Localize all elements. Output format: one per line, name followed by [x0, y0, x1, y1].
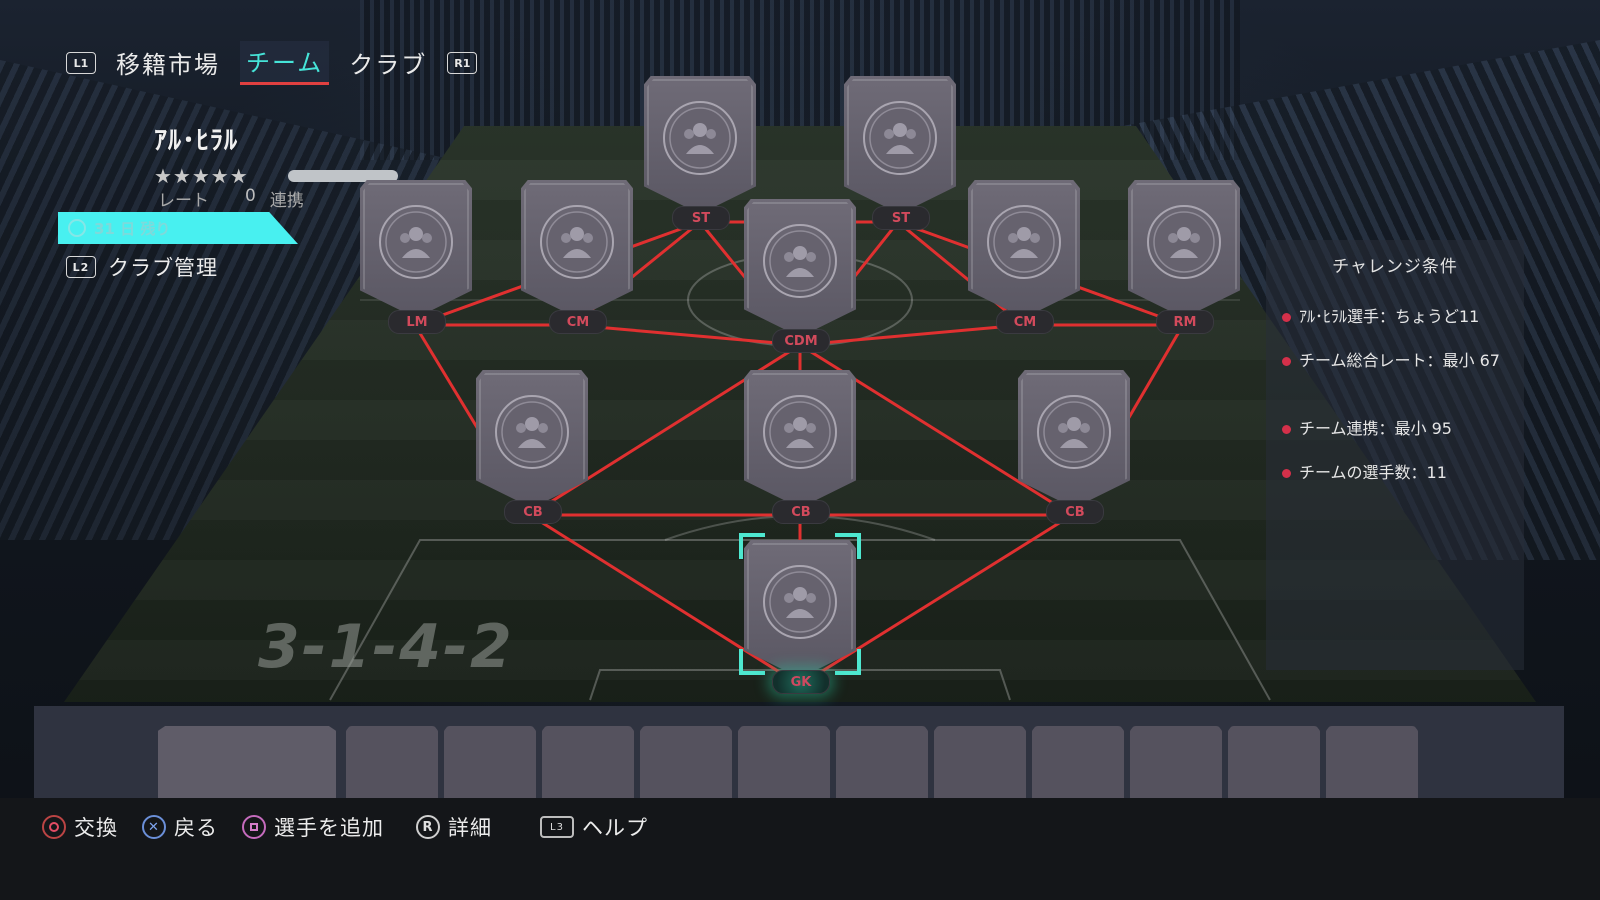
bench-slot[interactable] [444, 726, 536, 806]
bench-slot[interactable] [1228, 726, 1320, 806]
square-button-icon [242, 815, 266, 839]
hint-add-player-label: 選手を追加 [274, 816, 384, 840]
empty-player-icon [763, 395, 837, 469]
player-slot-cm-right[interactable]: CM [968, 180, 1080, 334]
challenge-title: チャレンジ条件 [1332, 257, 1458, 277]
squad-builder-screen: L1 移籍市場 チーム クラブ R1 ｱﾙ･ﾋﾗﾙ ★★★★★ レート 0 連携… [0, 0, 1600, 900]
bench-slot[interactable] [640, 726, 732, 806]
hint-back[interactable]: ✕ 戻る [142, 812, 218, 842]
empty-player-icon [540, 205, 614, 279]
player-slot-cb-left[interactable]: CB [476, 370, 588, 524]
rating-row: レート 0 連携 [158, 186, 304, 211]
position-badge: RM [1156, 310, 1214, 334]
time-remaining-text: 31 日 残り [94, 219, 171, 238]
player-slot-st-left[interactable]: ST [644, 76, 756, 230]
hint-details[interactable]: R 詳細 [416, 812, 492, 842]
left-stick-press-icon: L3 [540, 816, 574, 838]
right-stick-icon: R [416, 815, 440, 839]
position-badge: CM [549, 310, 607, 334]
bench-slot[interactable] [158, 726, 336, 806]
requirement-text: チーム総合レート：最小 67 [1299, 351, 1500, 370]
bullet-icon [1282, 425, 1291, 434]
player-slot-gk[interactable]: GK [744, 540, 856, 694]
empty-player-icon [763, 224, 837, 298]
empty-player-icon [495, 395, 569, 469]
star-rating: ★★★★★ [154, 164, 249, 188]
empty-player-icon [763, 565, 837, 639]
position-badge: CB [1046, 500, 1104, 524]
requirement-item: チーム総合レート：最小 67 [1282, 348, 1512, 374]
player-slot-cdm[interactable]: CDM [744, 199, 856, 353]
position-badge: CB [772, 500, 830, 524]
empty-player-icon [1147, 205, 1221, 279]
tab-squad[interactable]: チーム [240, 41, 330, 85]
chemistry-label: 連携 [269, 191, 304, 211]
player-slot-lm[interactable]: LM [360, 180, 472, 334]
club-management-button[interactable]: L2 クラブ管理 [66, 252, 218, 282]
circle-button-icon [42, 815, 66, 839]
player-slot-st-right[interactable]: ST [844, 76, 956, 230]
challenge-requirements-panel: チャレンジ条件 ｱﾙ･ﾋﾗﾙ選手：ちょうど11 チーム総合レート：最小 67 チ… [1266, 240, 1524, 670]
requirement-item: チームの選手数：11 [1282, 460, 1512, 486]
empty-player-icon [863, 101, 937, 175]
position-badge: GK [772, 670, 830, 694]
hint-swap-label: 交換 [74, 816, 118, 840]
requirement-item: ｱﾙ･ﾋﾗﾙ選手：ちょうど11 [1282, 304, 1512, 330]
formation-label: 3-1-4-2 [258, 612, 514, 682]
club-management-label: クラブ管理 [108, 256, 218, 280]
position-badge: ST [672, 206, 730, 230]
requirement-item: チーム連携：最小 95 [1282, 416, 1512, 442]
hint-back-label: 戻る [174, 816, 218, 840]
hint-details-label: 詳細 [448, 816, 492, 840]
top-navigation: L1 移籍市場 チーム クラブ R1 [66, 41, 478, 85]
bench-slot[interactable] [836, 726, 928, 806]
player-slot-rm[interactable]: RM [1128, 180, 1240, 334]
bench-slot[interactable] [1032, 726, 1124, 806]
substitutes-bench [34, 706, 1564, 806]
position-badge: CB [504, 500, 562, 524]
rating-label: レート [158, 191, 209, 211]
bench-slot[interactable] [542, 726, 634, 806]
stopwatch-icon [68, 219, 86, 237]
empty-player-icon [379, 205, 453, 279]
time-remaining-banner: 31 日 残り [58, 212, 298, 244]
r1-button[interactable]: R1 [447, 52, 478, 74]
bench-slot[interactable] [934, 726, 1026, 806]
empty-player-icon [1037, 395, 1111, 469]
position-badge: CDM [772, 329, 830, 353]
hint-swap[interactable]: 交換 [42, 812, 118, 842]
bench-slot[interactable] [1326, 726, 1418, 806]
empty-player-icon [663, 101, 737, 175]
hint-help[interactable]: L3 ヘルプ [540, 812, 648, 842]
cross-button-icon: ✕ [142, 815, 166, 839]
tab-transfer-market[interactable]: 移籍市場 [110, 43, 226, 84]
rating-value: 0 [245, 186, 256, 206]
bench-slot[interactable] [738, 726, 830, 806]
requirement-text: ｱﾙ･ﾋﾗﾙ選手：ちょうど11 [1299, 307, 1480, 326]
l1-button[interactable]: L1 [66, 52, 96, 74]
position-badge: ST [872, 206, 930, 230]
bullet-icon [1282, 469, 1291, 478]
bench-slot[interactable] [346, 726, 438, 806]
club-name: ｱﾙ･ﾋﾗﾙ [154, 126, 239, 156]
bench-slot[interactable] [1130, 726, 1222, 806]
requirement-text: チームの選手数：11 [1299, 463, 1447, 482]
empty-player-icon [987, 205, 1061, 279]
bullet-icon [1282, 313, 1291, 322]
player-slot-cb-center[interactable]: CB [744, 370, 856, 524]
hint-help-label: ヘルプ [582, 816, 648, 840]
position-badge: LM [388, 310, 446, 334]
l2-button: L2 [66, 256, 96, 278]
player-slot-cb-right[interactable]: CB [1018, 370, 1130, 524]
tab-club[interactable]: クラブ [343, 43, 433, 84]
requirement-text: チーム連携：最小 95 [1299, 419, 1452, 438]
player-slot-cm-left[interactable]: CM [521, 180, 633, 334]
button-hints-bar [0, 798, 1600, 900]
position-badge: CM [996, 310, 1054, 334]
hint-add-player[interactable]: 選手を追加 [242, 812, 384, 842]
bullet-icon [1282, 357, 1291, 366]
